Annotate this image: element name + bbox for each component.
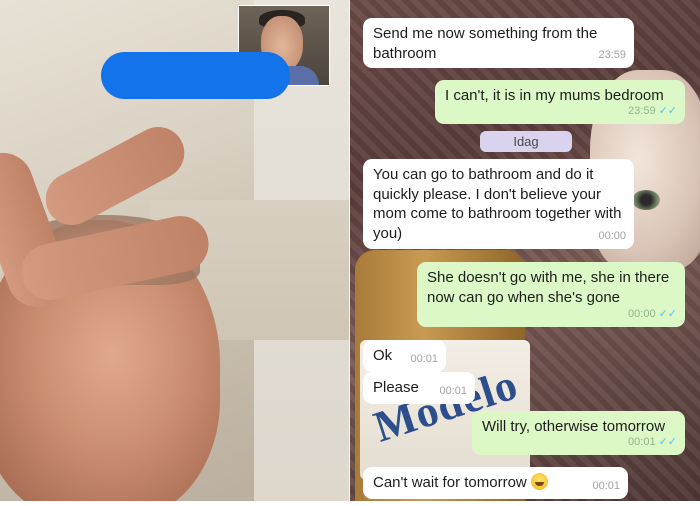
date-separator: Idag	[480, 131, 572, 152]
message-time: 00:01	[410, 352, 438, 365]
message-text: Please	[373, 379, 419, 396]
double-check-icon: ✓✓	[658, 307, 677, 320]
double-check-icon: ✓✓	[658, 435, 677, 448]
message-time: 23:59	[598, 48, 626, 61]
message-time-status: 00:01 ✓✓	[628, 433, 677, 453]
video-call-panel	[0, 0, 349, 501]
message-time: 00:01	[439, 384, 467, 397]
bottom-divider	[0, 501, 700, 506]
message-text: You can go to bathroom and do it quickly…	[373, 166, 622, 242]
message-bubble[interactable]: Please 00:01	[363, 372, 475, 404]
message-text: Send me now something from the bathroom	[373, 25, 598, 62]
message-bubble[interactable]: Will try, otherwise tomorrow 00:01 ✓✓	[472, 411, 685, 455]
message-text: She doesn't go with me, she in there now…	[427, 269, 670, 306]
message-time: 00:01	[628, 435, 656, 448]
message-bubble[interactable]: Ok 00:01	[363, 340, 446, 372]
message-bubble[interactable]: Send me now something from the bathroom …	[363, 18, 634, 68]
message-time-status: 23:59 ✓✓	[628, 102, 677, 122]
cat-eye	[632, 190, 660, 210]
message-time: 00:00	[598, 229, 626, 242]
message-bubble[interactable]: I can't, it is in my mums bedroom 23:59 ✓…	[435, 80, 685, 124]
double-check-icon: ✓✓	[658, 104, 677, 117]
message-text: Ok	[373, 347, 393, 364]
message-bubble[interactable]: Can't wait for tomorrow 00:01	[363, 467, 628, 499]
message-time-status: 00:00 ✓✓	[628, 305, 677, 325]
redaction-bar	[101, 52, 290, 99]
message-time: 00:01	[592, 479, 620, 492]
message-text: Can't wait for tomorrow	[373, 474, 527, 491]
message-time: 00:00	[628, 307, 656, 320]
message-time: 23:59	[628, 104, 656, 117]
message-bubble[interactable]: You can go to bathroom and do it quickly…	[363, 159, 634, 249]
grinning-sweat-emoji	[530, 473, 548, 490]
message-bubble[interactable]: She doesn't go with me, she in there now…	[417, 262, 685, 327]
